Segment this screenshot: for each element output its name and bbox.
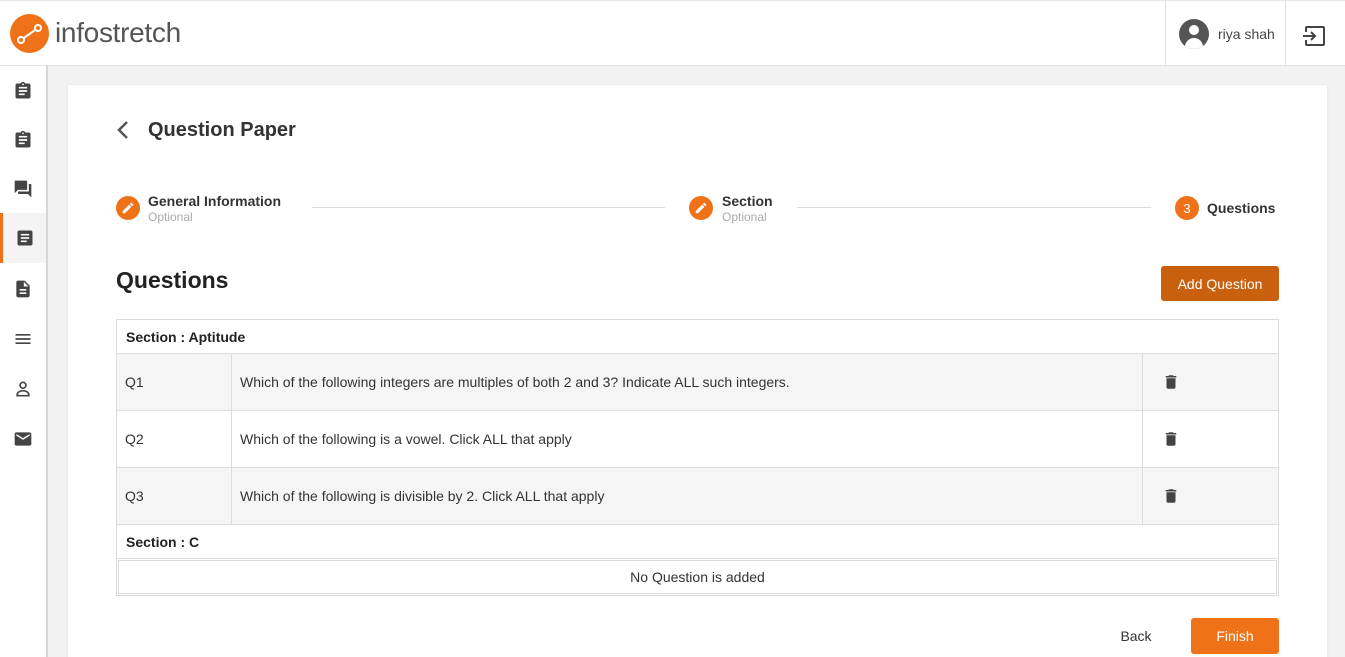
mail-icon <box>14 432 32 446</box>
sidebar-item-person[interactable] <box>0 364 46 414</box>
question-text[interactable]: Which of the following integers are mult… <box>232 354 1143 410</box>
step-2-title[interactable]: Section <box>722 193 773 209</box>
sidebar-item-question-paper[interactable] <box>0 213 46 263</box>
clipboard-icon <box>15 130 31 148</box>
page-title: Question Paper <box>148 119 296 141</box>
clipboard-icon <box>15 81 31 99</box>
delete-icon[interactable] <box>1162 372 1180 392</box>
empty-section-message: No Question is added <box>118 560 1277 594</box>
sidebar-item-document[interactable] <box>0 264 46 314</box>
infostretch-logo[interactable]: infostretch <box>10 13 181 53</box>
forum-icon <box>14 180 32 198</box>
sidebar-item-menu[interactable] <box>0 314 46 364</box>
sidebar-item-clipboard-1[interactable] <box>0 66 46 116</box>
delete-icon[interactable] <box>1162 429 1180 449</box>
document-icon <box>16 280 30 298</box>
top-header: infostretch riya shah <box>0 0 1345 66</box>
step-1-title[interactable]: General Information <box>148 193 281 209</box>
section-header-aptitude: Section : Aptitude <box>117 320 1278 354</box>
user-name: riya shah <box>1218 25 1275 42</box>
list-alt-icon <box>17 230 32 246</box>
question-text[interactable]: Which of the following is divisible by 2… <box>232 468 1143 524</box>
question-text[interactable]: Which of the following is a vowel. Click… <box>232 411 1143 467</box>
left-sidebar <box>0 66 48 657</box>
question-number: Q2 <box>117 411 232 467</box>
chevron-left-icon[interactable] <box>114 119 134 141</box>
step-2-subtitle: Optional <box>722 210 767 224</box>
person-icon <box>16 381 30 397</box>
account-circle-icon <box>1179 18 1209 49</box>
edit-icon[interactable] <box>689 196 713 220</box>
step-3-number[interactable]: 3 <box>1175 196 1199 220</box>
step-1-subtitle: Optional <box>148 210 193 224</box>
table-row[interactable]: Q2 Which of the following is a vowel. Cl… <box>117 411 1278 468</box>
logo-mark-icon <box>10 13 49 53</box>
stepper: General Information Optional Section Opt… <box>116 191 1279 231</box>
question-number: Q1 <box>117 354 232 410</box>
delete-icon[interactable] <box>1162 486 1180 506</box>
sidebar-item-mail[interactable] <box>0 414 46 464</box>
logo-text: infostretch <box>55 17 181 48</box>
questions-heading: Questions <box>116 267 229 293</box>
section-header-c: Section : C <box>117 525 1278 559</box>
sidebar-item-forum[interactable] <box>0 164 46 214</box>
table-row[interactable]: Q3 Which of the following is divisible b… <box>117 468 1278 525</box>
add-question-button[interactable]: Add Question <box>1161 266 1279 301</box>
finish-button[interactable]: Finish <box>1191 618 1279 654</box>
step-3-title[interactable]: Questions <box>1207 200 1275 216</box>
table-row[interactable]: Q1 Which of the following integers are m… <box>117 354 1278 411</box>
question-number: Q3 <box>117 468 232 524</box>
questions-table: Section : Aptitude Q1 Which of the follo… <box>116 319 1279 596</box>
main-card: Question Paper General Information Optio… <box>68 85 1327 657</box>
edit-icon[interactable] <box>116 196 140 220</box>
step-connector <box>797 207 1151 208</box>
logout-icon[interactable] <box>1300 21 1330 51</box>
step-connector <box>312 207 665 208</box>
sidebar-item-clipboard-2[interactable] <box>0 115 46 165</box>
back-button[interactable]: Back <box>1108 626 1164 646</box>
user-menu[interactable]: riya shah <box>1165 1 1286 66</box>
menu-icon <box>15 334 31 344</box>
